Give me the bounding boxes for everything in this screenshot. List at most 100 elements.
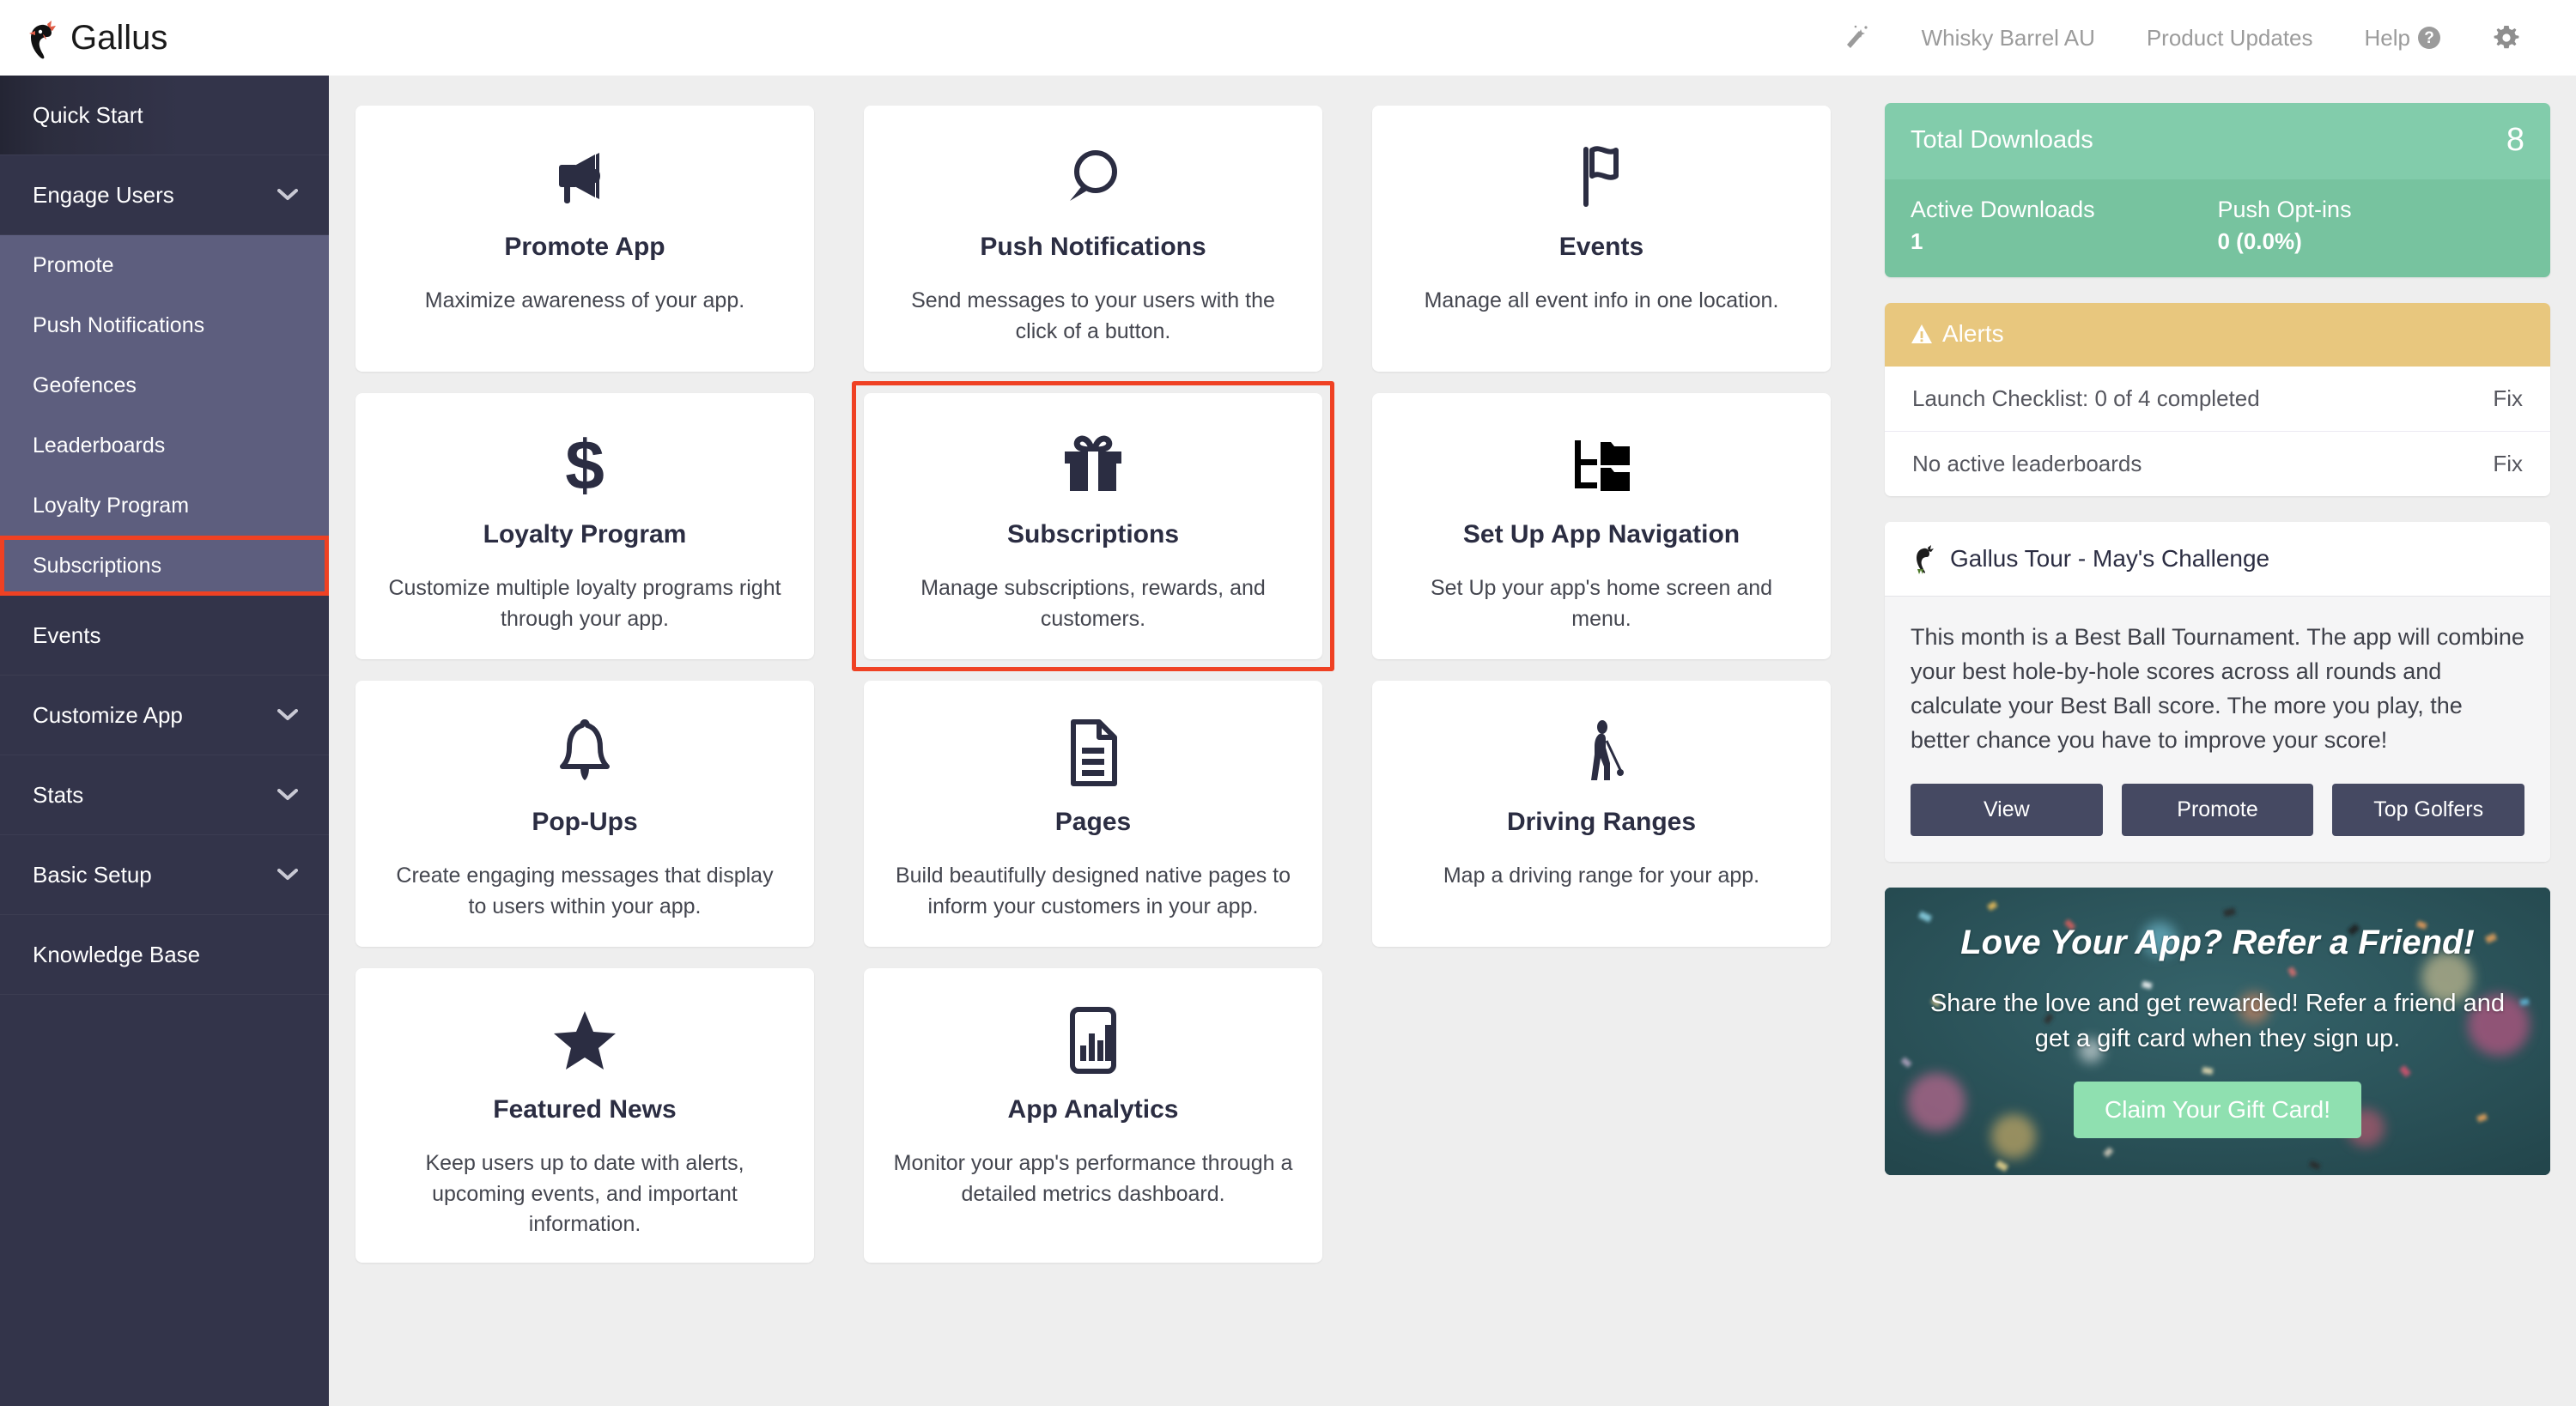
sidebar-item-quick-start-label: Quick Start	[33, 101, 143, 128]
card-featured-news[interactable]: Featured News Keep users up to date with…	[355, 968, 814, 1263]
promote-button[interactable]: Promote	[2121, 783, 2314, 836]
top-golfers-button[interactable]: Top Golfers	[2332, 783, 2525, 836]
sidebar-group-customize-app[interactable]: Customize App	[0, 676, 329, 755]
help-circle-icon: ?	[2418, 27, 2440, 49]
card-title: Subscriptions	[1006, 520, 1180, 548]
sidebar-item-leaderboards[interactable]: Leaderboards	[0, 415, 329, 476]
sidebar-item-push-notifications[interactable]: Push Notifications	[0, 295, 329, 355]
alert-fix-link[interactable]: Fix	[2493, 451, 2523, 477]
sidebar-item-subscriptions[interactable]: Subscriptions	[0, 536, 329, 596]
gallus-tour-card: Gallus Tour - May's Challenge This month…	[1885, 522, 2550, 862]
sitemap-icon	[1401, 429, 1801, 501]
chevron-down-icon	[277, 189, 298, 200]
card-row: Featured News Keep users up to date with…	[355, 968, 1832, 1263]
total-downloads-row: Total Downloads 8	[1885, 103, 2550, 179]
rooster-icon	[1917, 544, 1934, 574]
chevron-down-icon	[277, 709, 298, 720]
magic-wand-button[interactable]	[1815, 23, 1896, 52]
sidebar-item-loyalty-program[interactable]: Loyalty Program	[0, 476, 329, 536]
card-description: Manage subscriptions, rewards, and custo…	[920, 576, 1266, 631]
card-description: Customize multiple loyalty programs righ…	[388, 576, 781, 631]
sidebar-item-loyalty-program-label: Loyalty Program	[33, 493, 190, 518]
card-title: Driving Ranges	[1506, 808, 1697, 836]
downloads-stats-card: Total Downloads 8 Active Downloads 1 Pus…	[1885, 103, 2550, 277]
sidebar-item-knowledge-base-label: Knowledge Base	[33, 941, 201, 967]
card-description: Map a driving range for your app.	[1443, 864, 1760, 888]
sidebar-group-engage-users[interactable]: Engage Users	[0, 155, 329, 235]
total-downloads-value: 8	[2506, 122, 2524, 158]
active-downloads-label: Active Downloads	[1911, 197, 2095, 222]
nav-item-product-updates[interactable]: Product Updates	[2121, 25, 2339, 52]
speech-bubble-icon	[893, 142, 1293, 214]
nav-item-help-label: Help	[2364, 24, 2410, 51]
card-description: Build beautifully designed native pages …	[895, 864, 1291, 918]
flag-icon	[1401, 142, 1801, 214]
card-description: Maximize awareness of your app.	[424, 288, 745, 312]
gallus-tour-header: Gallus Tour - May's Challenge	[1885, 522, 2550, 597]
sidebar-item-subscriptions-label: Subscriptions	[33, 553, 162, 578]
card-subscriptions[interactable]: Subscriptions Manage subscriptions, rewa…	[852, 381, 1334, 671]
alert-text: No active leaderboards	[1912, 451, 2142, 476]
card-title: Promote App	[504, 233, 665, 261]
card-title: Set Up App Navigation	[1462, 520, 1741, 548]
sidebar-group-stats[interactable]: Stats	[0, 755, 329, 835]
card-events[interactable]: Events Manage all event info in one loca…	[1372, 106, 1831, 372]
alert-text: Launch Checklist: 0 of 4 completed	[1912, 385, 2260, 411]
card-title: Loyalty Program	[483, 520, 687, 548]
gear-icon	[2494, 26, 2519, 49]
card-pop-ups[interactable]: Pop-Ups Create engaging messages that di…	[355, 681, 814, 947]
bar-chart-phone-icon	[893, 1004, 1293, 1076]
push-optins-label: Push Opt-ins	[2217, 197, 2352, 222]
sidebar-item-events[interactable]: Events	[0, 596, 329, 676]
card-description: Manage all event info in one location.	[1424, 288, 1779, 312]
card-title: Push Notifications	[980, 233, 1206, 261]
sidebar-item-geofences-label: Geofences	[33, 373, 137, 397]
card-loyalty-program[interactable]: $ Loyalty Program Customize multiple loy…	[355, 393, 814, 659]
card-title: Events	[1558, 233, 1644, 261]
view-button[interactable]: View	[1911, 783, 2103, 836]
sidebar-item-push-notifications-label: Push Notifications	[33, 312, 205, 337]
chevron-down-icon	[277, 789, 298, 800]
warning-triangle-icon	[1911, 324, 1932, 343]
card-pages[interactable]: Pages Build beautifully designed native …	[864, 681, 1322, 947]
golfer-icon	[1401, 717, 1801, 789]
push-optins-value: 0 (0.0%)	[2217, 228, 2302, 254]
gallus-tour-title: Gallus Tour - May's Challenge	[1950, 545, 2270, 572]
card-set-up-app-navigation[interactable]: Set Up App Navigation Set Up your app's …	[1372, 393, 1831, 659]
sidebar-group-engage-users-label: Engage Users	[33, 181, 174, 208]
left-sidebar: Quick Start Engage Users Promote Push No…	[0, 76, 329, 1406]
card-description: Create engaging messages that display to…	[396, 864, 774, 918]
sidebar-group-basic-setup-label: Basic Setup	[33, 861, 152, 888]
settings-button[interactable]	[2466, 23, 2547, 52]
nav-item-help[interactable]: Help ?	[2339, 25, 2466, 52]
sidebar-submenu-engage-users: Promote Push Notifications Geofences Lea…	[0, 235, 329, 596]
sidebar-item-promote[interactable]: Promote	[0, 235, 329, 295]
sidebar-group-basic-setup[interactable]: Basic Setup	[0, 835, 329, 915]
card-app-analytics[interactable]: App Analytics Monitor your app's perform…	[864, 968, 1322, 1263]
card-grid-spacer	[1372, 968, 1831, 1263]
card-title: Pages	[1054, 808, 1132, 836]
card-row: Pop-Ups Create engaging messages that di…	[355, 681, 1832, 947]
card-title: Pop-Ups	[532, 808, 638, 836]
claim-gift-card-button[interactable]: Claim Your Gift Card!	[2074, 1082, 2361, 1139]
brand-logo[interactable]: Gallus	[0, 15, 167, 60]
card-promote-app[interactable]: Promote App Maximize awareness of your a…	[355, 106, 814, 372]
card-description: Set Up your app's home screen and menu.	[1430, 576, 1773, 631]
alert-fix-link[interactable]: Fix	[2493, 385, 2523, 412]
sidebar-group-stats-label: Stats	[33, 781, 84, 808]
alert-row: Launch Checklist: 0 of 4 completed Fix	[1885, 367, 2550, 432]
main-content-area: Promote App Maximize awareness of your a…	[329, 76, 2576, 1406]
card-description: Monitor your app's performance through a…	[893, 1151, 1293, 1206]
sidebar-item-quick-start[interactable]: Quick Start	[0, 76, 329, 155]
sidebar-item-geofences[interactable]: Geofences	[0, 355, 329, 415]
card-push-notifications[interactable]: Push Notifications Send messages to your…	[864, 106, 1322, 372]
referral-promo-banner[interactable]: Love Your App? Refer a Friend! Share the…	[1885, 887, 2550, 1175]
card-description: Keep users up to date with alerts, upcom…	[425, 1151, 744, 1236]
star-icon	[385, 1004, 785, 1076]
sidebar-item-knowledge-base[interactable]: Knowledge Base	[0, 915, 329, 995]
top-navigation: Whisky Barrel AU Product Updates Help ?	[1815, 23, 2576, 52]
nav-item-account[interactable]: Whisky Barrel AU	[1896, 25, 2121, 52]
card-driving-ranges[interactable]: Driving Ranges Map a driving range for y…	[1372, 681, 1831, 947]
rooster-icon	[29, 19, 56, 59]
chevron-down-icon	[277, 869, 298, 880]
